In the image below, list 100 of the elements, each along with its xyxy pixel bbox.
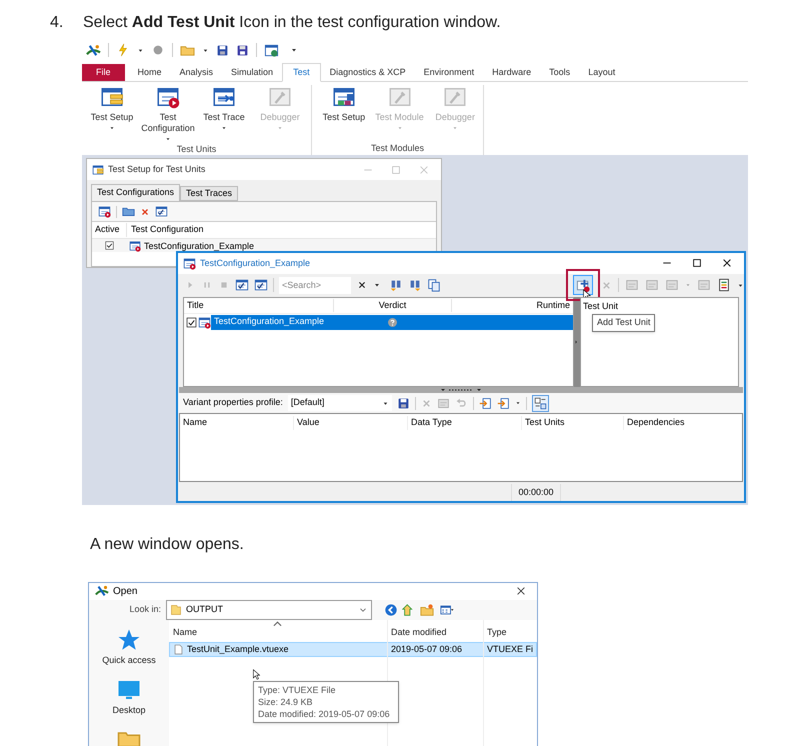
- ribbon-tab[interactable]: Test: [282, 63, 321, 82]
- add-window-icon: [576, 278, 590, 293]
- table-cell-text: 2019-05-07 09:06: [390, 642, 464, 656]
- checkbox[interactable]: [104, 240, 115, 251]
- column-header[interactable]: Type: [483, 626, 537, 639]
- column-header: Dependencies: [626, 416, 686, 430]
- window-icon[interactable]: [264, 42, 279, 58]
- delete-icon[interactable]: [140, 206, 150, 216]
- caret-icon[interactable]: [109, 125, 115, 131]
- group-label: Test Units: [176, 143, 218, 156]
- caret-icon: [382, 400, 389, 407]
- new-folder-icon[interactable]: [420, 602, 434, 617]
- checkbox[interactable]: [186, 316, 197, 328]
- column-header[interactable]: Date modified: [387, 626, 483, 639]
- tooltip: Add Test Unit: [592, 314, 656, 332]
- arrow-icon: [574, 338, 580, 346]
- ribbon-tab[interactable]: Analysis: [170, 64, 222, 81]
- binoculars-icon[interactable]: [408, 278, 422, 292]
- profile-dropdown[interactable]: [Default]: [288, 395, 392, 412]
- ribbon-button[interactable]: Test Trace: [203, 112, 245, 123]
- table-cell-text: TestConfiguration_Example: [213, 315, 326, 328]
- view-menu-icon[interactable]: [438, 602, 456, 617]
- close-icon[interactable]: [721, 257, 733, 270]
- column-header: Title: [184, 298, 334, 312]
- binoculars-icon[interactable]: [389, 278, 403, 292]
- window-title: TestConfiguration_Example: [200, 256, 310, 270]
- column-header: Name: [180, 416, 294, 430]
- add-test-unit-button[interactable]: [573, 275, 593, 296]
- documents-icon[interactable]: [427, 278, 441, 292]
- step-instruction: Select Add Test Unit Icon in the test configuration window.: [83, 13, 501, 33]
- ribbon-tab[interactable]: Environment: [414, 64, 484, 81]
- sort-icon: [273, 621, 282, 627]
- selected-row[interactable]: TestConfiguration_Example: [211, 314, 573, 330]
- variant-label: Variant properties profile:: [183, 396, 283, 410]
- logo-icon[interactable]: [86, 42, 101, 58]
- column-header[interactable]: Name: [169, 626, 387, 639]
- note-text: A new window opens.: [90, 535, 245, 555]
- ribbon-tab[interactable]: Hardware: [483, 64, 540, 81]
- ribbon-button[interactable]: Test Configuration: [141, 112, 195, 134]
- lightning-icon[interactable]: [116, 43, 130, 57]
- window-title: Open: [113, 584, 138, 599]
- window-play-icon: [198, 316, 211, 329]
- caret-icon[interactable]: [221, 125, 227, 131]
- file-icon: [173, 643, 184, 656]
- look-in-dropdown[interactable]: OUTPUT: [166, 600, 372, 620]
- folder-icon[interactable]: [122, 205, 135, 218]
- dialog-tab[interactable]: Test Configurations: [91, 184, 180, 201]
- caret-icon[interactable]: [514, 400, 521, 406]
- column-header: Runtime: [535, 298, 571, 312]
- ribbon-tab[interactable]: Diagnostics & XCP: [320, 64, 415, 81]
- column-header: Verdict: [334, 298, 452, 312]
- logo-icon: [95, 584, 109, 598]
- caret-icon[interactable]: [202, 46, 209, 54]
- circle-icon[interactable]: [151, 43, 165, 57]
- column-header: Test Unit: [582, 300, 620, 314]
- caret-icon[interactable]: [137, 46, 144, 54]
- tooltip-line: Type: VTUEXE File: [258, 684, 337, 696]
- grip-icon: [439, 388, 483, 392]
- column-header: Data Type: [408, 416, 522, 430]
- file-row[interactable]: TestUnit_Example.vtuexe 2019-05-07 09:06 VTUEXE Fi: [169, 642, 537, 657]
- star-icon[interactable]: [117, 628, 141, 652]
- document-icon[interactable]: [717, 278, 731, 292]
- table-cell-text: TestUnit_Example.vtuexe: [187, 642, 289, 656]
- import-icon[interactable]: [478, 396, 492, 410]
- dialog-tab[interactable]: Test Traces: [180, 186, 238, 201]
- place-link[interactable]: Desktop: [112, 704, 146, 717]
- file-tab[interactable]: File: [82, 64, 125, 81]
- column-header: Value: [294, 416, 408, 430]
- group-label: Test Modules: [370, 142, 426, 154]
- window-play-icon[interactable]: [156, 85, 180, 109]
- ribbon-tab[interactable]: Home: [128, 64, 171, 81]
- back-icon[interactable]: [384, 602, 398, 617]
- close-icon[interactable]: [515, 585, 527, 598]
- list-window-icon[interactable]: [100, 85, 124, 109]
- folder-icon: [170, 602, 182, 617]
- ribbon-tab[interactable]: Simulation: [222, 64, 282, 81]
- column-header: Test Units: [522, 416, 624, 430]
- caret-icon[interactable]: [737, 282, 744, 289]
- ribbon-tab[interactable]: Tools: [540, 64, 580, 81]
- status-time: 00:00:00: [512, 484, 561, 501]
- table-cell-text: VTUEXE Fi: [486, 642, 534, 656]
- search-field[interactable]: <Search>: [279, 276, 351, 294]
- table-cell: TestConfiguration_Example: [144, 240, 254, 250]
- layout-icon: [534, 396, 547, 410]
- export-icon[interactable]: [496, 396, 510, 410]
- tooltip-line: Date modified: 2019-05-07 09:06: [258, 708, 391, 720]
- step-number: 4.: [50, 13, 64, 33]
- maximize-icon[interactable]: [691, 257, 703, 270]
- caret-icon[interactable]: [165, 136, 171, 142]
- ribbon-button[interactable]: Test Setup: [322, 112, 366, 123]
- window-test-icon[interactable]: [332, 85, 356, 109]
- layout-button[interactable]: [532, 394, 549, 412]
- tooltip-line: Size: 24.9 KB: [258, 696, 314, 708]
- ribbon-tab[interactable]: Layout: [579, 64, 624, 81]
- caret-icon[interactable]: [290, 46, 298, 54]
- ribbon-button[interactable]: Test Setup: [90, 112, 134, 123]
- column-header: Active: [92, 223, 127, 237]
- column-header: Test Configuration: [130, 223, 204, 236]
- place-link[interactable]: Quick access: [102, 654, 156, 668]
- look-in-label: Look in:: [128, 603, 162, 616]
